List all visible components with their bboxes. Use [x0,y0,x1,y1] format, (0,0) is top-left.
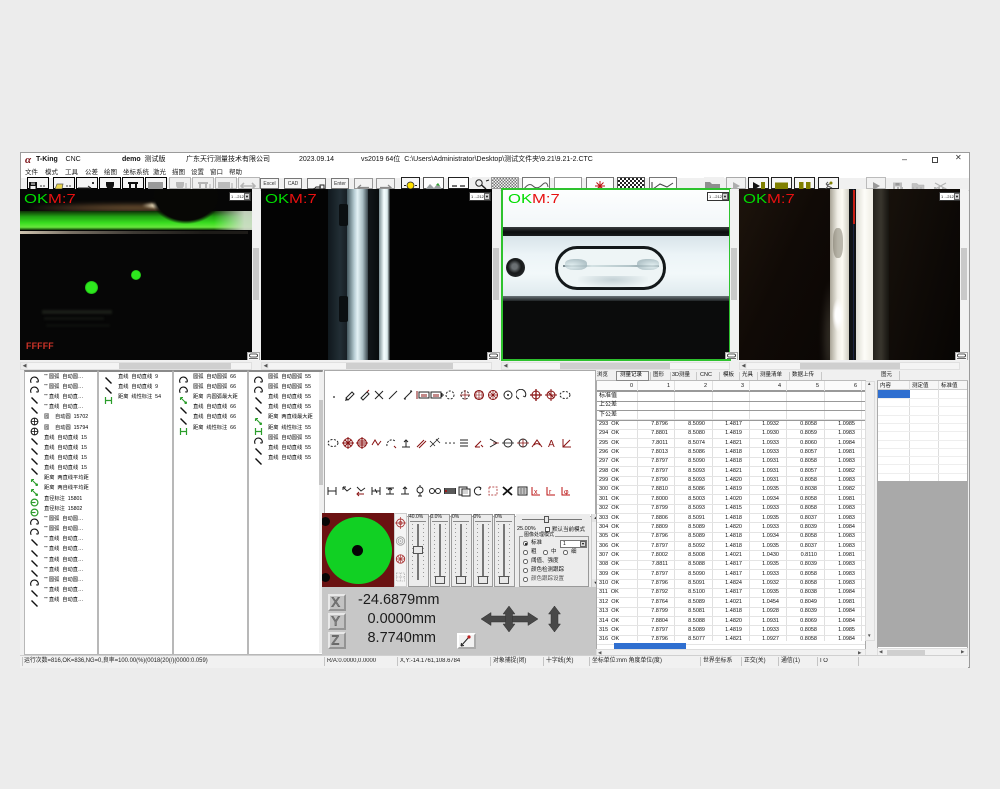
svg-text:Z: Z [332,634,340,647]
svg-text:A: A [548,439,555,449]
svg-text:Y: Y [332,615,341,628]
svg-text:φ: φ [564,489,569,496]
svg-text:x: x [534,489,538,496]
svg-text:X: X [332,596,341,609]
